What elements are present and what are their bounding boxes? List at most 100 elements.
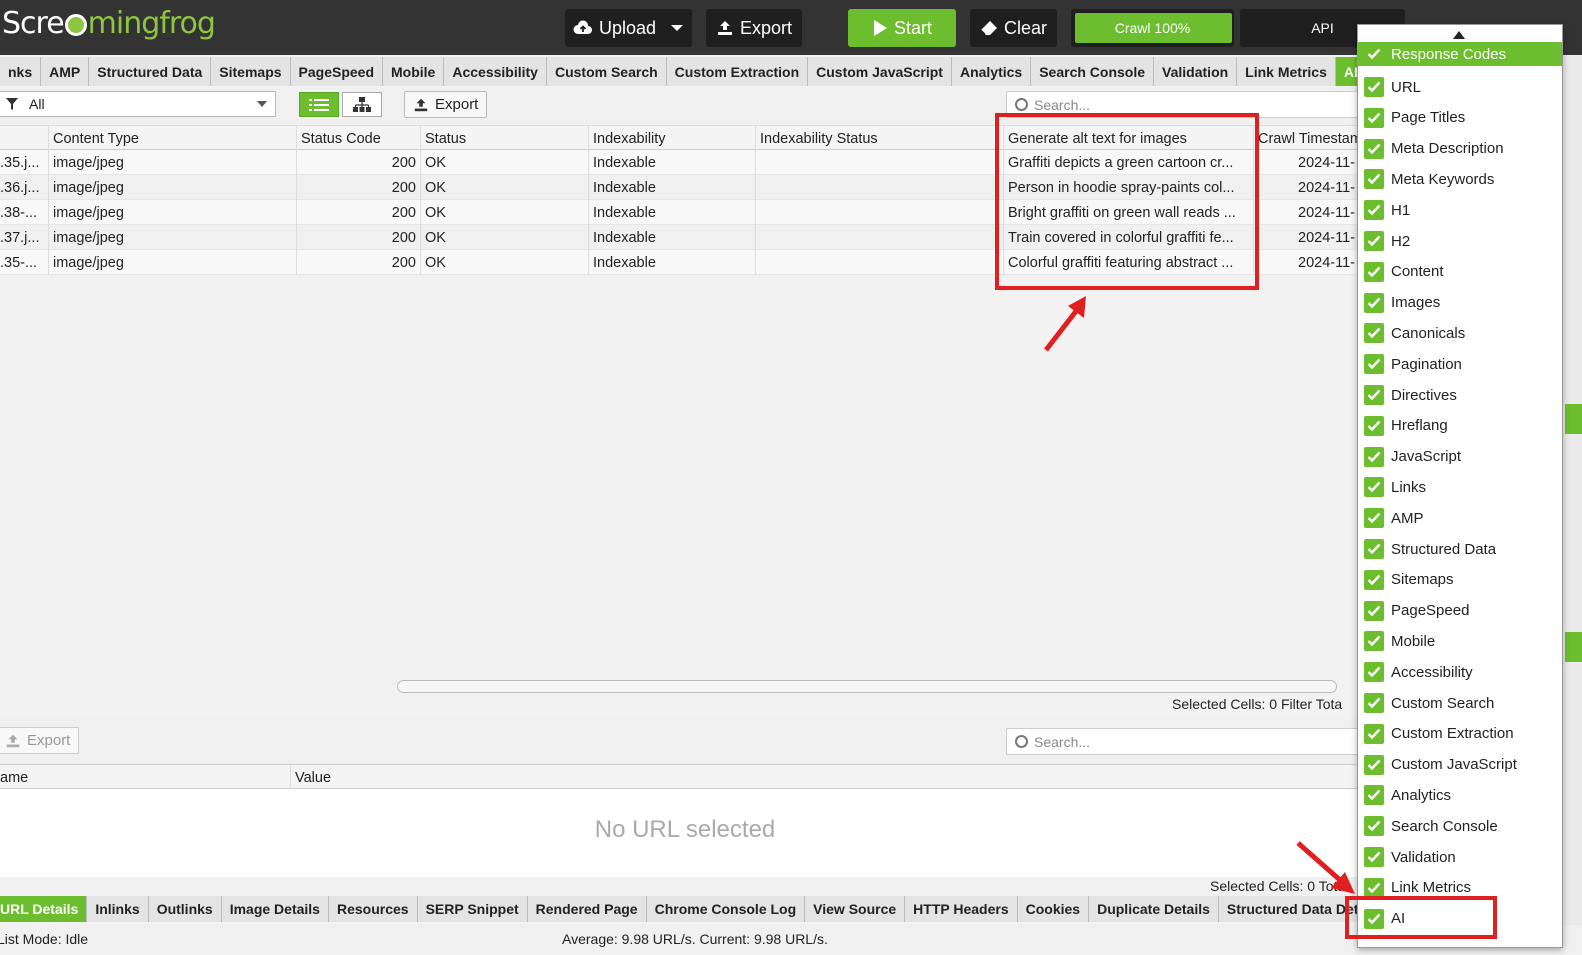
tab-custom-javascript[interactable]: Custom JavaScript <box>808 57 952 86</box>
details-tab-cookies[interactable]: Cookies <box>1017 896 1090 922</box>
menu-item-pagination[interactable]: Pagination <box>1358 349 1562 379</box>
menu-item-validation[interactable]: Validation <box>1358 842 1562 872</box>
menu-item-structured-data[interactable]: Structured Data <box>1358 534 1562 564</box>
tab-nks[interactable]: nks <box>0 57 42 86</box>
tab-search-console[interactable]: Search Console <box>1031 57 1155 86</box>
cell-status[interactable]: OK <box>421 200 589 225</box>
tab-custom-search[interactable]: Custom Search <box>546 57 667 86</box>
menu-item-h1[interactable]: H1 <box>1358 195 1562 225</box>
tab-structured-data[interactable]: Structured Data <box>89 57 212 86</box>
details-tab-url-details[interactable]: URL Details <box>0 896 88 922</box>
tree-view-button[interactable] <box>342 92 382 117</box>
menu-item-meta-description[interactable]: Meta Description <box>1358 134 1562 164</box>
cell-status-code[interactable]: 200 <box>297 175 421 200</box>
tab-link-metrics[interactable]: Link Metrics <box>1237 57 1336 86</box>
details-tab-rendered-page[interactable]: Rendered Page <box>527 896 647 922</box>
cell-content-type[interactable]: image/jpeg <box>49 250 297 275</box>
tab-amp[interactable]: AMP <box>41 57 90 86</box>
cell-blank[interactable]: .35.j... <box>0 150 49 175</box>
checkbox-checked-icon[interactable] <box>1364 477 1384 498</box>
list-view-button[interactable] <box>299 92 339 117</box>
checkbox-checked-icon[interactable] <box>1364 261 1384 282</box>
checkbox-checked-icon[interactable] <box>1364 107 1384 128</box>
cell-status[interactable]: OK <box>421 150 589 175</box>
header-status[interactable]: Status <box>421 126 589 151</box>
header-status-code[interactable]: Status Code <box>297 126 421 151</box>
checkbox-checked-icon[interactable] <box>1364 877 1384 898</box>
checkbox-checked-icon[interactable] <box>1364 446 1384 467</box>
export-top-button[interactable]: Export <box>706 9 802 47</box>
menu-item-javascript[interactable]: JavaScript <box>1358 442 1562 472</box>
tab-mobile[interactable]: Mobile <box>383 57 445 86</box>
header-content-type[interactable]: Content Type <box>49 126 297 151</box>
checkbox-checked-icon[interactable] <box>1364 631 1384 652</box>
checkbox-checked-icon[interactable] <box>1364 785 1384 806</box>
checkbox-checked-icon[interactable] <box>1364 847 1384 867</box>
export-table-button[interactable]: Export <box>404 91 488 118</box>
checkbox-checked-icon[interactable] <box>1364 77 1384 97</box>
checkbox-checked-icon[interactable] <box>1364 200 1384 221</box>
menu-item-mobile[interactable]: Mobile <box>1358 626 1562 656</box>
checkbox-checked-icon[interactable] <box>1364 44 1384 64</box>
header-indexability[interactable]: Indexability <box>589 126 756 151</box>
cell-status[interactable]: OK <box>421 250 589 275</box>
menu-item-directives[interactable]: Directives <box>1358 380 1562 410</box>
menu-item-search-console[interactable]: Search Console <box>1358 811 1562 841</box>
details-search-input[interactable]: Search... <box>1006 728 1360 755</box>
cell-blank[interactable]: .38-... <box>0 200 49 225</box>
details-tab-inlinks[interactable]: Inlinks <box>87 896 149 922</box>
export-details-button[interactable]: Export <box>0 727 80 754</box>
cell-status-code[interactable]: 200 <box>297 225 421 250</box>
menu-item-custom-javascript[interactable]: Custom JavaScript <box>1358 750 1562 780</box>
checkbox-checked-icon[interactable] <box>1364 385 1384 405</box>
cell-content-type[interactable]: image/jpeg <box>49 225 297 250</box>
cell-content-type[interactable]: image/jpeg <box>49 150 297 175</box>
cell-crawl-timestamp[interactable]: 2024-11- <box>1254 200 1360 225</box>
menu-item-pagespeed[interactable]: PageSpeed <box>1358 596 1562 626</box>
cell-status-code[interactable]: 200 <box>297 250 421 275</box>
menu-item-url[interactable]: URL <box>1358 72 1562 102</box>
details-tab-view-source[interactable]: View Source <box>805 896 906 922</box>
header-crawl-timestamp[interactable]: Crawl Timestamp <box>1254 126 1360 151</box>
menu-item-content[interactable]: Content <box>1358 257 1562 287</box>
filter-select[interactable]: All <box>0 91 276 117</box>
checkbox-checked-icon[interactable] <box>1364 693 1384 713</box>
cell-indexability-status[interactable] <box>756 175 1004 200</box>
header-indexability-status[interactable]: Indexability Status <box>756 126 1004 151</box>
cell-indexability[interactable]: Indexable <box>589 200 756 225</box>
menu-item-response-codes[interactable]: Response Codes <box>1358 42 1562 66</box>
checkbox-checked-icon[interactable] <box>1364 508 1384 529</box>
menu-item-links[interactable]: Links <box>1358 472 1562 502</box>
cell-indexability-status[interactable] <box>756 225 1004 250</box>
scroll-up-icon[interactable] <box>1453 31 1465 39</box>
checkbox-checked-icon[interactable] <box>1364 292 1384 313</box>
details-tab-image-details[interactable]: Image Details <box>221 896 329 922</box>
col-value-header[interactable]: Value <box>291 765 1360 790</box>
tab-analytics[interactable]: Analytics <box>951 57 1032 86</box>
cell-status-code[interactable]: 200 <box>297 150 421 175</box>
cell-indexability-status[interactable] <box>756 250 1004 275</box>
cell-blank[interactable]: .35-... <box>0 250 49 275</box>
tab-accessibility[interactable]: Accessibility <box>444 57 547 86</box>
checkbox-checked-icon[interactable] <box>1364 662 1384 683</box>
upload-button[interactable]: Upload <box>565 9 692 47</box>
cell-content-type[interactable]: image/jpeg <box>49 200 297 225</box>
cell-crawl-timestamp[interactable]: 2024-11- <box>1254 250 1360 275</box>
checkbox-checked-icon[interactable] <box>1364 354 1384 375</box>
checkbox-checked-icon[interactable] <box>1364 231 1384 251</box>
clear-button[interactable]: Clear <box>970 9 1057 47</box>
menu-item-accessibility[interactable]: Accessibility <box>1358 657 1562 687</box>
header-blank[interactable] <box>0 126 49 151</box>
cell-blank[interactable]: .37.j... <box>0 225 49 250</box>
menu-item-hreflang[interactable]: Hreflang <box>1358 411 1562 441</box>
checkbox-checked-icon[interactable] <box>1364 138 1384 159</box>
menu-item-page-titles[interactable]: Page Titles <box>1358 103 1562 133</box>
cell-blank[interactable]: .36.j... <box>0 175 49 200</box>
menu-item-amp[interactable]: AMP <box>1358 503 1562 533</box>
horizontal-scrollbar[interactable] <box>397 680 1337 693</box>
cell-status[interactable]: OK <box>421 175 589 200</box>
cell-crawl-timestamp[interactable]: 2024-11- <box>1254 225 1360 250</box>
checkbox-checked-icon[interactable] <box>1364 816 1384 837</box>
checkbox-checked-icon[interactable] <box>1364 415 1384 436</box>
details-tab-resources[interactable]: Resources <box>328 896 418 922</box>
